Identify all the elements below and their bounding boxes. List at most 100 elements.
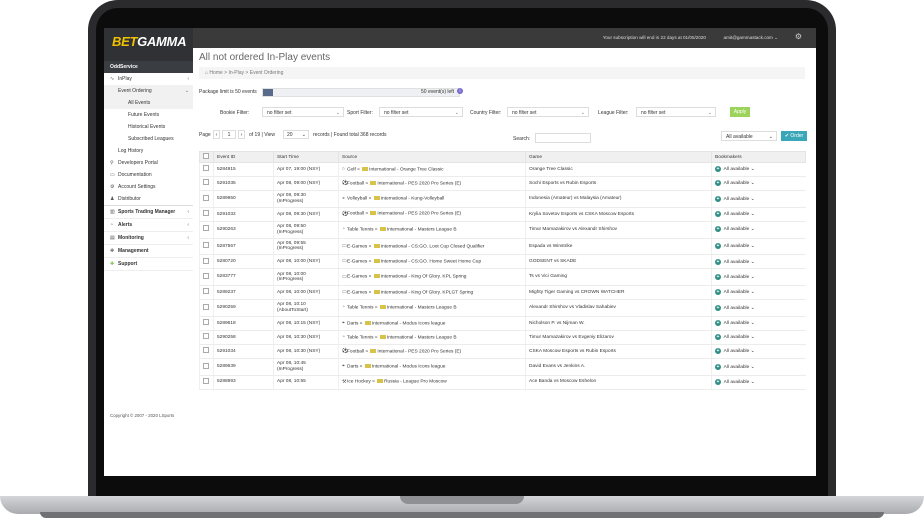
- col-event-id[interactable]: Event ID: [213, 151, 274, 163]
- row-checkbox[interactable]: [199, 330, 214, 345]
- bookmaker-select[interactable]: All available: [724, 349, 750, 354]
- apply-button[interactable]: Apply: [730, 107, 750, 117]
- bookmaker-select[interactable]: All available: [724, 197, 750, 202]
- sidebar-item-subscribed-leagues[interactable]: Subscribed Leagues: [104, 133, 193, 145]
- prev-page-button[interactable]: ‹: [213, 130, 220, 139]
- row-checkbox[interactable]: [199, 190, 214, 208]
- sport-filter-select[interactable]: no filter set ⌄: [379, 107, 463, 117]
- add-icon[interactable]: +: [715, 378, 721, 385]
- sidebar-item-log-history[interactable]: Log History: [104, 145, 193, 157]
- bookmaker-select[interactable]: All available: [724, 365, 750, 370]
- sidebar-item-developers-portal[interactable]: ⚲ Developers Portal: [104, 157, 193, 169]
- breadcrumb-home[interactable]: Home: [209, 70, 222, 76]
- bookmaker-select[interactable]: All available: [724, 290, 750, 295]
- sidebar-item-support[interactable]: ✚ Support: [104, 258, 193, 271]
- add-icon[interactable]: +: [715, 166, 721, 173]
- bookmaker-select[interactable]: All available: [724, 260, 750, 265]
- add-icon[interactable]: +: [715, 180, 721, 187]
- row-checkbox[interactable]: [199, 358, 214, 376]
- row-checkbox[interactable]: [199, 254, 214, 270]
- per-page-select[interactable]: 20 ⌄: [283, 130, 309, 139]
- sidebar-item-management[interactable]: ✥ Management: [104, 245, 193, 258]
- sidebar-item-all-events[interactable]: All Events: [104, 97, 193, 109]
- row-checkbox[interactable]: [199, 238, 214, 256]
- row-checkbox[interactable]: [199, 221, 214, 239]
- country-filter-select[interactable]: no filter set ⌄: [507, 107, 589, 117]
- table-row[interactable]: 5288993 Apr 08, 10:55 ⚒Ice Hockey » Russia…: [199, 375, 806, 390]
- page-number-input[interactable]: 1: [222, 130, 236, 139]
- add-icon[interactable]: +: [715, 211, 721, 217]
- row-checkbox[interactable]: [199, 375, 214, 390]
- table-row[interactable]: 5289639 Apr 08, 10:45 (InProgress) ⌖ Darts »…: [199, 358, 806, 376]
- gear-icon[interactable]: ⚙: [795, 33, 802, 41]
- sidebar-item-future-events[interactable]: Future Events: [104, 109, 193, 121]
- info-icon[interactable]: i: [457, 88, 463, 94]
- bookmaker-select[interactable]: All available: [724, 306, 750, 311]
- bookmaker-select[interactable]: All available: [724, 321, 750, 326]
- table-row[interactable]: 5289950 Apr 08, 09:30 (InProgress) ◒ Volleyb…: [199, 190, 806, 208]
- table-row[interactable]: 5290258 Apr 08, 10:30 (NSY) ◔ Table Tennis …: [199, 330, 806, 345]
- order-button[interactable]: ✔ Order: [781, 131, 807, 141]
- bookmaker-select[interactable]: All available: [724, 275, 750, 280]
- sidebar-item-oddservice[interactable]: OddService: [104, 61, 193, 73]
- table-row[interactable]: 5289618 Apr 08, 10:15 (NSY) ⌖ Darts » Inter…: [199, 316, 806, 331]
- table-row[interactable]: 5284915 Apr 07, 19:00 (NSY) ○ Golf » Intern…: [199, 162, 806, 177]
- sidebar-item-account-settings[interactable]: ⚙ Account Settings: [104, 181, 193, 193]
- bookmaker-select[interactable]: All available: [724, 181, 750, 186]
- row-checkbox[interactable]: [199, 316, 214, 331]
- select-all-checkbox[interactable]: [199, 151, 214, 163]
- table-row[interactable]: 5291032 Apr 08, 09:30 (NSY) ⚽Football » In…: [199, 207, 806, 222]
- add-icon[interactable]: +: [715, 304, 721, 311]
- bookmaker-select[interactable]: All available: [724, 227, 750, 232]
- col-game[interactable]: Game: [525, 151, 712, 163]
- breadcrumb-inplay[interactable]: In-Play: [228, 70, 244, 76]
- sidebar-item-inplay[interactable]: ∿ InPlay ‹: [104, 73, 193, 85]
- table-row[interactable]: 5290263 Apr 08, 09:50 (InProgress) ◔ Table T…: [199, 221, 806, 239]
- table-row[interactable]: 5291034 Apr 08, 10:30 (NSY) ⚽Football » In…: [199, 344, 806, 359]
- sidebar-item-alerts[interactable]: ◔ Alerts ‹: [104, 219, 193, 232]
- table-row[interactable]: 5287567 Apr 08, 09:55 (InProgress) ▭E-Games…: [199, 238, 806, 256]
- bookmaker-select[interactable]: All available: [724, 212, 750, 217]
- sidebar-item-documentation[interactable]: ▭ Documentation: [104, 169, 193, 181]
- bookmaker-select[interactable]: All available: [724, 335, 750, 340]
- add-icon[interactable]: +: [715, 243, 721, 250]
- row-checkbox[interactable]: [199, 176, 214, 191]
- row-checkbox[interactable]: [199, 268, 214, 287]
- row-checkbox[interactable]: [199, 162, 214, 177]
- row-checkbox[interactable]: [199, 344, 214, 359]
- table-row[interactable]: 5283777 Apr 08, 10:00 (InProgress) ▭E-Games…: [199, 268, 806, 287]
- search-input[interactable]: [535, 133, 591, 143]
- bookmaker-select[interactable]: All available: [724, 167, 750, 172]
- sidebar-item-event-ordering[interactable]: Event Ordering ⌄: [104, 85, 193, 97]
- add-icon[interactable]: +: [715, 273, 721, 280]
- league-filter-select[interactable]: no filter set ⌄: [636, 107, 716, 117]
- add-icon[interactable]: +: [715, 258, 721, 265]
- row-checkbox[interactable]: [199, 285, 214, 301]
- table-row[interactable]: 5291035 Apr 08, 09:00 (NSY) ⚽Football » In…: [199, 176, 806, 191]
- user-menu[interactable]: amit@gammastack.com ⌄: [724, 35, 778, 41]
- table-row[interactable]: 5289237 Apr 08, 10:00 (NSY) ▭E-Games » Int…: [199, 285, 806, 301]
- bookmaker-select[interactable]: All available: [724, 380, 750, 385]
- sidebar-item-sports-trading-manager[interactable]: ▥ Sports Trading Manager ‹: [104, 205, 193, 219]
- availability-select[interactable]: All available ⌄: [721, 131, 777, 141]
- add-icon[interactable]: +: [715, 334, 721, 341]
- sidebar-item-monitoring[interactable]: ▤ Monitoring ‹: [104, 232, 193, 245]
- table-row[interactable]: 5290259 Apr 08, 10:10 (AboutToStart) ◔ Table…: [199, 299, 806, 317]
- add-icon[interactable]: +: [715, 226, 721, 233]
- add-icon[interactable]: +: [715, 348, 721, 355]
- table-row[interactable]: 5280720 Apr 08, 10:00 (NSY) ▭E-Games » Int…: [199, 254, 806, 270]
- col-start-time[interactable]: Start Time: [273, 151, 339, 163]
- brand-logo[interactable]: BETGAMMA: [104, 28, 193, 61]
- sidebar-item-distributor[interactable]: ♟ Distributor: [104, 193, 193, 205]
- add-icon[interactable]: +: [715, 195, 721, 202]
- row-checkbox[interactable]: [199, 207, 214, 222]
- add-icon[interactable]: +: [715, 363, 721, 370]
- next-page-button[interactable]: ›: [238, 130, 245, 139]
- add-icon[interactable]: +: [715, 320, 721, 327]
- row-checkbox[interactable]: [199, 299, 214, 317]
- sidebar-item-historical-events[interactable]: Historical Events: [104, 121, 193, 133]
- bookmaker-select[interactable]: All available: [724, 244, 750, 249]
- add-icon[interactable]: +: [715, 289, 721, 296]
- bookie-filter-select[interactable]: no filter set ⌄: [262, 107, 344, 117]
- col-source[interactable]: Source: [338, 151, 526, 163]
